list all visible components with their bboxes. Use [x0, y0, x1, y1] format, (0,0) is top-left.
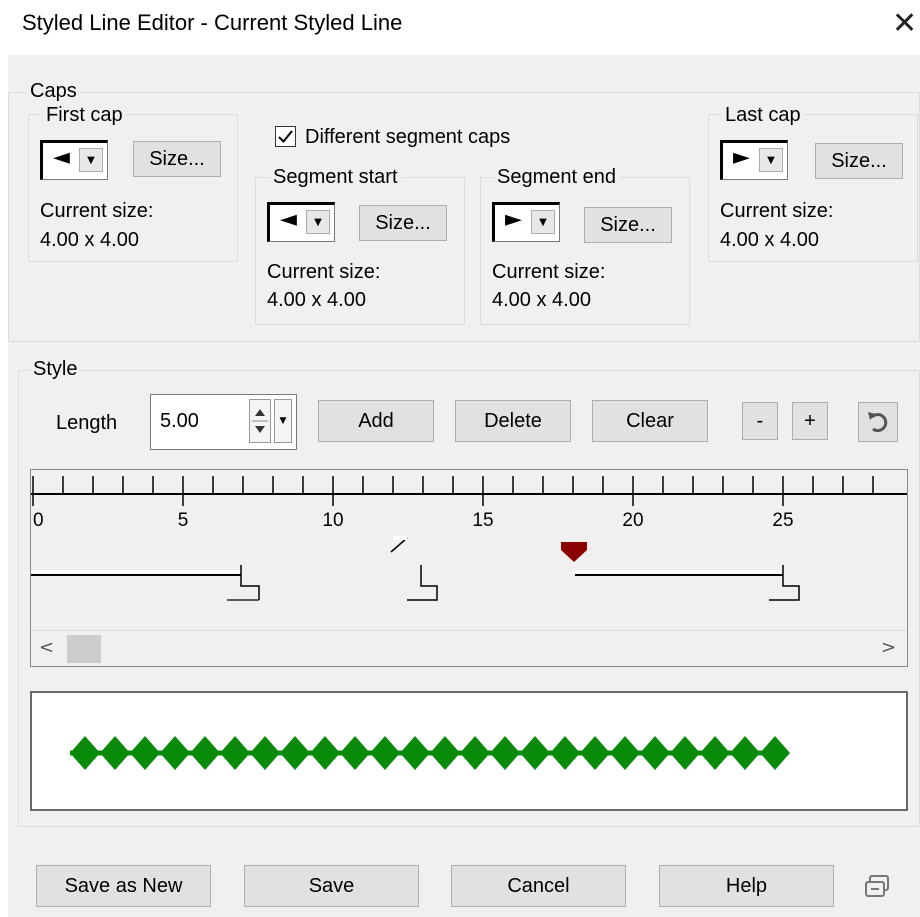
segment-end-size-button[interactable]: Size... — [584, 207, 672, 243]
segment-end-combo[interactable]: ► ▼ — [492, 202, 560, 242]
segment-editor[interactable]: 0 5 10 15 20 25 < > — [30, 469, 908, 667]
ruler-tick-label: 0 — [33, 510, 44, 531]
minus-button[interactable]: - — [742, 402, 778, 440]
segment-end-handle — [240, 565, 260, 600]
caps-group-label: Caps — [27, 80, 80, 102]
scrollbar-thumb[interactable] — [67, 635, 101, 663]
chevron-down-icon[interactable]: ▼ — [274, 399, 292, 443]
ruler-tick-label: 5 — [178, 510, 189, 531]
preview-line — [70, 736, 790, 770]
last-cap-current-size-value: 4.00 x 4.00 — [720, 229, 819, 251]
clear-button[interactable]: Clear — [592, 400, 708, 442]
ruler-tick-label: 10 — [322, 510, 343, 531]
style-group-label: Style — [30, 358, 81, 380]
segment-end-current-size-value: 4.00 x 4.00 — [492, 289, 591, 311]
scroll-right-icon[interactable]: > — [881, 637, 896, 658]
reset-button[interactable] — [858, 402, 898, 442]
help-button[interactable]: Help — [659, 865, 834, 907]
length-spinner[interactable]: 5.00 ▼ — [150, 394, 297, 450]
length-input[interactable]: 5.00 — [160, 410, 199, 433]
cancel-button[interactable]: Cancel — [451, 865, 626, 907]
preview-diamond — [430, 736, 460, 770]
segment-start-handle-lower — [407, 565, 438, 601]
preview-diamond — [310, 736, 340, 770]
first-cap-current-size-label: Current size: — [40, 200, 154, 222]
preview-diamond — [250, 736, 280, 770]
last-cap-size-button[interactable]: Size... — [815, 143, 903, 179]
preview-diamond — [550, 736, 580, 770]
preview-diamond — [280, 736, 310, 770]
preview-diamond — [340, 736, 370, 770]
plus-button[interactable]: + — [792, 402, 828, 440]
preview-diamond — [670, 736, 700, 770]
position-marker — [561, 542, 587, 562]
first-cap-combo[interactable]: ◄ ▼ — [40, 140, 108, 180]
preview-diamond — [100, 736, 130, 770]
preview-diamond — [730, 736, 760, 770]
horizontal-scrollbar[interactable]: < > — [31, 630, 907, 667]
last-cap-label: Last cap — [722, 104, 804, 126]
ruler-tick-label: 20 — [622, 510, 643, 531]
delete-button[interactable]: Delete — [455, 400, 571, 442]
ruler-tick-label: 15 — [472, 510, 493, 531]
chevron-down-icon: ▼ — [531, 210, 555, 234]
preview-diamond — [220, 736, 250, 770]
segment-start-current-size-label: Current size: — [267, 261, 381, 283]
close-icon[interactable]: ✕ — [892, 6, 917, 41]
first-cap-current-size-value: 4.00 x 4.00 — [40, 229, 139, 251]
left-arrow-cap-icon: ◄ — [280, 207, 297, 232]
ruler-tick-label: 25 — [772, 510, 793, 531]
preview-diamond — [70, 736, 100, 770]
preview-diamond — [700, 736, 730, 770]
segment-start-combo[interactable]: ◄ ▼ — [267, 202, 335, 242]
preview-diamond — [520, 736, 550, 770]
preview-diamond — [490, 736, 520, 770]
chevron-down-icon: ▼ — [306, 210, 330, 234]
different-segment-caps-label: Different segment caps — [305, 126, 511, 148]
right-arrow-cap-icon: ► — [733, 145, 750, 170]
save-as-new-button[interactable]: Save as New — [36, 865, 211, 907]
preview-diamond — [760, 736, 790, 770]
preview-diamond — [400, 736, 430, 770]
spin-buttons[interactable] — [249, 399, 271, 443]
first-cap-size-button[interactable]: Size... — [133, 141, 221, 177]
scroll-left-icon[interactable]: < — [39, 637, 54, 658]
segment-start-size-button[interactable]: Size... — [359, 205, 447, 241]
preview-diamond — [640, 736, 670, 770]
segment-start-current-size-value: 4.00 x 4.00 — [267, 289, 366, 311]
link-button[interactable] — [862, 868, 898, 902]
different-segment-caps-checkbox[interactable] — [275, 126, 296, 147]
preview-diamond — [610, 736, 640, 770]
preview-diamond — [190, 736, 220, 770]
last-cap-combo[interactable]: ► ▼ — [720, 140, 788, 180]
window-title: Styled Line Editor - Current Styled Line — [22, 10, 403, 35]
left-arrow-cap-icon: ◄ — [53, 145, 70, 170]
chevron-down-icon: ▼ — [759, 148, 783, 172]
preview-diamond — [130, 736, 160, 770]
segment-end-handle — [769, 565, 800, 601]
preview-diamond — [460, 736, 490, 770]
segment-start-label: Segment start — [270, 166, 401, 188]
ruler: 0 5 10 15 20 25 — [31, 476, 907, 601]
chevron-down-icon: ▼ — [79, 148, 103, 172]
preview-diamond — [370, 736, 400, 770]
check-icon — [278, 130, 293, 143]
first-cap-label: First cap — [43, 104, 126, 126]
segment-end-current-size-label: Current size: — [492, 261, 606, 283]
segment-end-label: Segment end — [494, 166, 619, 188]
length-label: Length — [56, 412, 118, 434]
spin-arrows-icon — [252, 409, 268, 433]
last-cap-current-size-label: Current size: — [720, 200, 834, 222]
segment-start-handle — [390, 537, 408, 553]
preview-diamond — [160, 736, 190, 770]
line-preview — [30, 691, 908, 811]
reset-icon — [868, 412, 888, 433]
right-arrow-cap-icon: ► — [505, 207, 522, 232]
save-button[interactable]: Save — [244, 865, 419, 907]
add-button[interactable]: Add — [318, 400, 434, 442]
preview-diamond — [580, 736, 610, 770]
link-icon — [865, 875, 889, 897]
